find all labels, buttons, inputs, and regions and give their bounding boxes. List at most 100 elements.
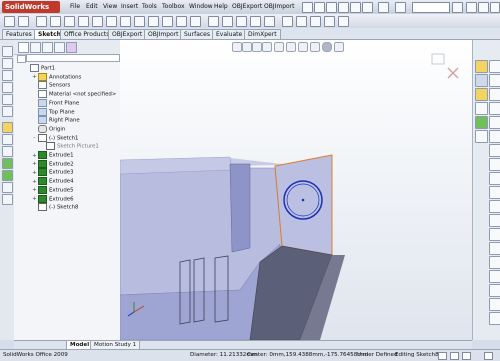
- smart-dimension-icon[interactable]: [18, 16, 29, 27]
- resources-icon[interactable]: [475, 60, 488, 73]
- design-library-icon[interactable]: [475, 74, 488, 87]
- rebuild-icon[interactable]: [362, 2, 373, 13]
- help-status-icon[interactable]: [484, 352, 493, 360]
- repair-sketch-icon[interactable]: [310, 16, 321, 27]
- zoom-to-fit-icon[interactable]: [232, 42, 242, 52]
- move-entities-icon[interactable]: [282, 16, 293, 27]
- menu-file[interactable]: File: [70, 3, 80, 10]
- sketch-tool-icon[interactable]: [4, 16, 15, 27]
- display-relations-icon[interactable]: [296, 16, 307, 27]
- circle-tool-icon[interactable]: [2, 82, 13, 93]
- status-icon-3[interactable]: [462, 352, 471, 360]
- task-tool-5-icon[interactable]: [489, 116, 500, 129]
- edit-appearance-icon[interactable]: [310, 42, 320, 52]
- relation-icon[interactable]: [2, 122, 13, 133]
- linear-pattern-icon[interactable]: [264, 16, 275, 27]
- spline-tool-icon[interactable]: [2, 106, 13, 117]
- tab-office-products[interactable]: Office Products: [60, 29, 114, 39]
- menu-window[interactable]: Window: [189, 3, 213, 10]
- mirror-icon[interactable]: [250, 16, 261, 27]
- line-icon[interactable]: [36, 16, 47, 27]
- tab-dimxpert[interactable]: DimXpert: [244, 29, 281, 39]
- scene-icon[interactable]: [322, 42, 332, 52]
- ellipse-icon[interactable]: [134, 16, 145, 27]
- arc-icon[interactable]: [92, 16, 103, 27]
- zoom-area-icon[interactable]: [242, 42, 252, 52]
- menu-objimport[interactable]: OBJImport: [264, 3, 295, 10]
- tree-item[interactable]: + Extrude4: [32, 177, 74, 186]
- task-tool-18-icon[interactable]: [489, 298, 500, 311]
- tree-item[interactable]: - (-) Sketch1: [32, 133, 78, 143]
- rectangle-icon[interactable]: [50, 16, 61, 27]
- cut-tool-icon[interactable]: [2, 182, 13, 193]
- tree-item[interactable]: Sketch Picture1: [40, 142, 99, 151]
- solidworks-logo[interactable]: SolidWorks: [2, 1, 60, 13]
- restore-icon[interactable]: [478, 2, 489, 13]
- circle-center-point[interactable]: [301, 198, 305, 202]
- tree-item[interactable]: Material <not specified>: [32, 90, 116, 99]
- display-style-icon[interactable]: [286, 42, 296, 52]
- select-icon[interactable]: [378, 2, 389, 13]
- tree-item[interactable]: + Extrude2: [32, 159, 74, 169]
- tab-surfaces[interactable]: Surfaces: [180, 29, 214, 39]
- confirm-corner-icon[interactable]: [431, 53, 445, 65]
- line-tool-icon[interactable]: [2, 58, 13, 69]
- extrude-tool-icon[interactable]: [2, 158, 13, 169]
- task-tool-9-icon[interactable]: [489, 172, 500, 185]
- sketch-entities-icon[interactable]: [2, 46, 13, 57]
- task-tool-13-icon[interactable]: [489, 228, 500, 241]
- task-tool-11-icon[interactable]: [489, 200, 500, 213]
- tree-item[interactable]: (-) Sketch8: [32, 203, 78, 212]
- expand-toggle[interactable]: -: [32, 134, 37, 143]
- plane-icon[interactable]: [162, 16, 173, 27]
- arc-tool-icon[interactable]: [2, 94, 13, 105]
- appearances-icon[interactable]: [475, 116, 488, 129]
- quick-snaps-icon[interactable]: [324, 16, 335, 27]
- tree-item[interactable]: + Extrude3: [32, 168, 74, 177]
- file-explorer-icon[interactable]: [475, 88, 488, 101]
- options-icon[interactable]: [395, 2, 406, 13]
- task-tool-16-icon[interactable]: [489, 270, 500, 283]
- menu-objexport[interactable]: OBJExport: [232, 3, 262, 10]
- open-icon[interactable]: [314, 2, 325, 13]
- close-icon[interactable]: [490, 2, 500, 13]
- model-3d-view[interactable]: [119, 40, 472, 341]
- fillet-tool-icon[interactable]: [2, 194, 13, 205]
- display-manager-icon[interactable]: [66, 42, 77, 53]
- view-palette-icon[interactable]: [475, 102, 488, 115]
- task-tool-6-icon[interactable]: [489, 130, 500, 143]
- circle-icon[interactable]: [78, 16, 89, 27]
- tab-objexport[interactable]: OBJExport: [108, 29, 147, 39]
- selected-front-face[interactable]: [274, 154, 333, 256]
- tab-features[interactable]: Features: [2, 29, 36, 39]
- print-icon[interactable]: [338, 2, 349, 13]
- dimxpert-manager-icon[interactable]: [54, 42, 65, 53]
- point-icon[interactable]: [190, 16, 201, 27]
- configuration-manager-icon[interactable]: [42, 42, 53, 53]
- tree-item[interactable]: Part1: [24, 64, 55, 73]
- polygon-icon[interactable]: [106, 16, 117, 27]
- previous-view-icon[interactable]: [252, 42, 262, 52]
- task-tool-2-icon[interactable]: [489, 74, 500, 87]
- revolve-tool-icon[interactable]: [2, 170, 13, 181]
- task-tool-8-icon[interactable]: [489, 158, 500, 171]
- menu-help[interactable]: Help: [214, 3, 228, 10]
- task-tool-10-icon[interactable]: [489, 186, 500, 199]
- task-tool-3-icon[interactable]: [489, 88, 500, 101]
- menu-edit[interactable]: Edit: [86, 3, 98, 10]
- tree-item[interactable]: Sensors: [32, 81, 70, 90]
- hide-show-icon[interactable]: [298, 42, 308, 52]
- view-orientation-icon[interactable]: [274, 42, 284, 52]
- menu-insert[interactable]: Insert: [121, 3, 138, 10]
- tree-item[interactable]: + Extrude5: [32, 185, 74, 195]
- task-tool-17-icon[interactable]: [489, 284, 500, 297]
- convert-icon[interactable]: [222, 16, 233, 27]
- text-icon[interactable]: [176, 16, 187, 27]
- rapid-sketch-icon[interactable]: [338, 16, 349, 27]
- view-settings-icon[interactable]: [334, 42, 344, 52]
- task-tool-4-icon[interactable]: [489, 102, 500, 115]
- menu-view[interactable]: View: [103, 3, 117, 10]
- menu-toolbox[interactable]: Toolbox: [162, 3, 185, 10]
- undo-icon[interactable]: [350, 2, 361, 13]
- task-tool-12-icon[interactable]: [489, 214, 500, 227]
